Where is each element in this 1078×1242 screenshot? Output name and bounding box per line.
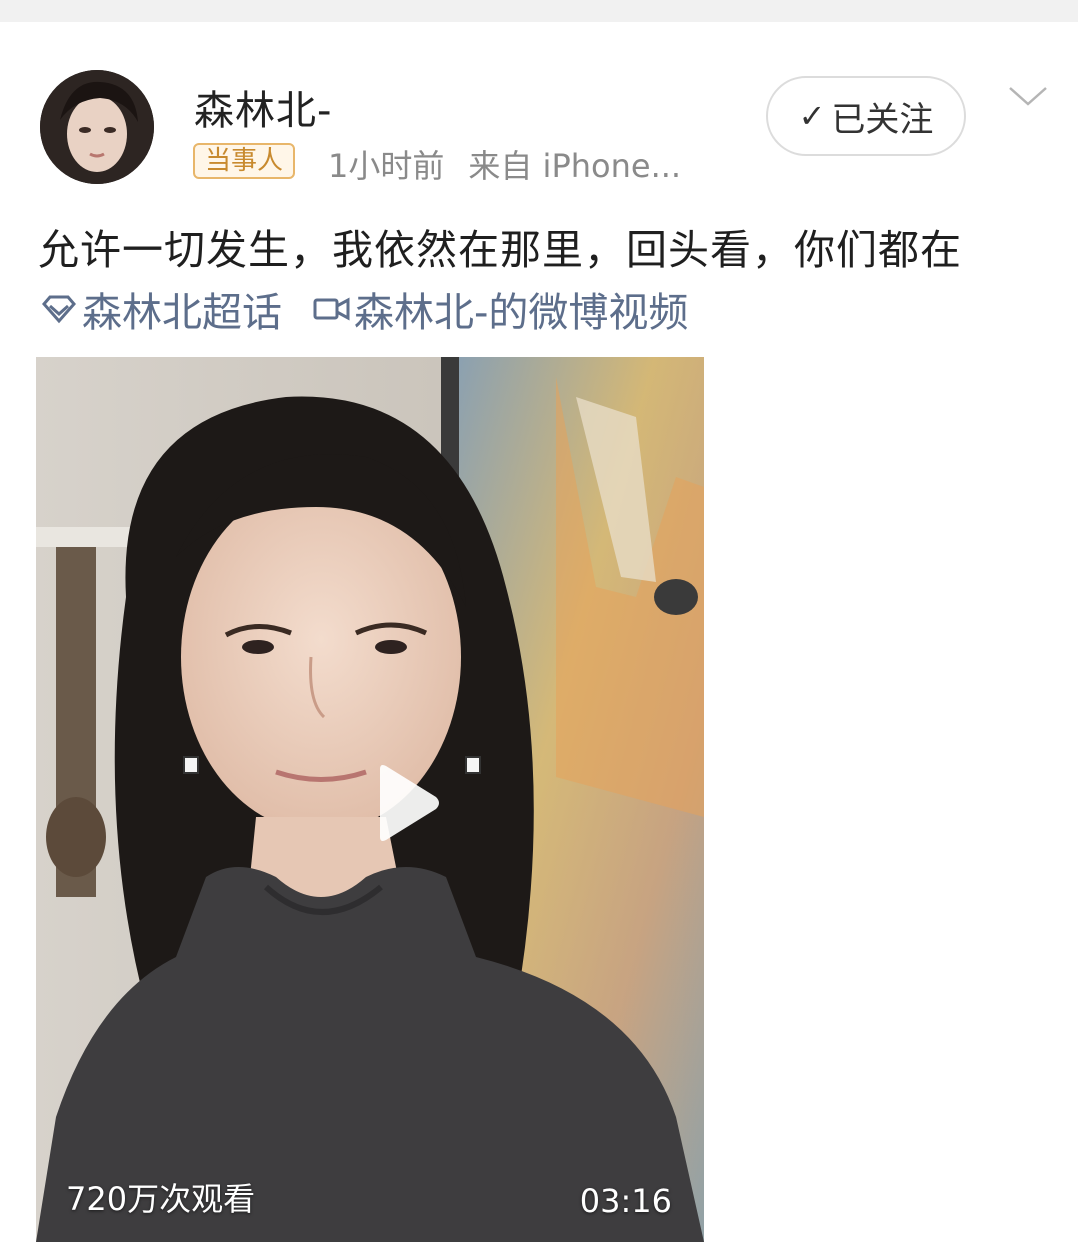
post-meta: 1小时前 来自 iPhone... xyxy=(328,141,681,187)
post-text: 允许一切发生，我依然在那里，回头看，你们都在 xyxy=(38,226,962,274)
video-link[interactable]: 森林北-的微博视频 xyxy=(312,280,688,338)
status-bar xyxy=(0,0,1078,22)
video-camera-icon xyxy=(313,297,350,321)
video-thumbnail xyxy=(36,357,704,1242)
post-links: 森林北超话 森林北-的微博视频 xyxy=(38,280,688,338)
topic-link[interactable]: 森林北超话 xyxy=(38,280,282,338)
post-source: 来自 iPhone... xyxy=(468,147,682,185)
video-duration: 03:16 xyxy=(579,1182,672,1220)
post-time: 1小时前 xyxy=(328,147,445,185)
follow-label: 已关注 xyxy=(831,99,934,140)
check-icon: ✓ xyxy=(798,97,826,135)
status-badge: 当事人 xyxy=(193,143,296,179)
play-icon[interactable] xyxy=(372,763,442,843)
view-count: 720万次观看 xyxy=(66,1180,256,1218)
chevron-down-icon[interactable] xyxy=(1008,84,1048,108)
topic-link-label: 森林北超话 xyxy=(82,290,282,336)
follow-button[interactable]: ✓ 已关注 xyxy=(766,76,966,156)
diamond-icon xyxy=(42,295,76,324)
video-link-label: 森林北-的微博视频 xyxy=(354,290,689,336)
avatar[interactable] xyxy=(40,70,154,184)
username[interactable]: 森林北- xyxy=(194,78,332,136)
video-player[interactable]: 720万次观看 03:16 xyxy=(36,357,704,1242)
